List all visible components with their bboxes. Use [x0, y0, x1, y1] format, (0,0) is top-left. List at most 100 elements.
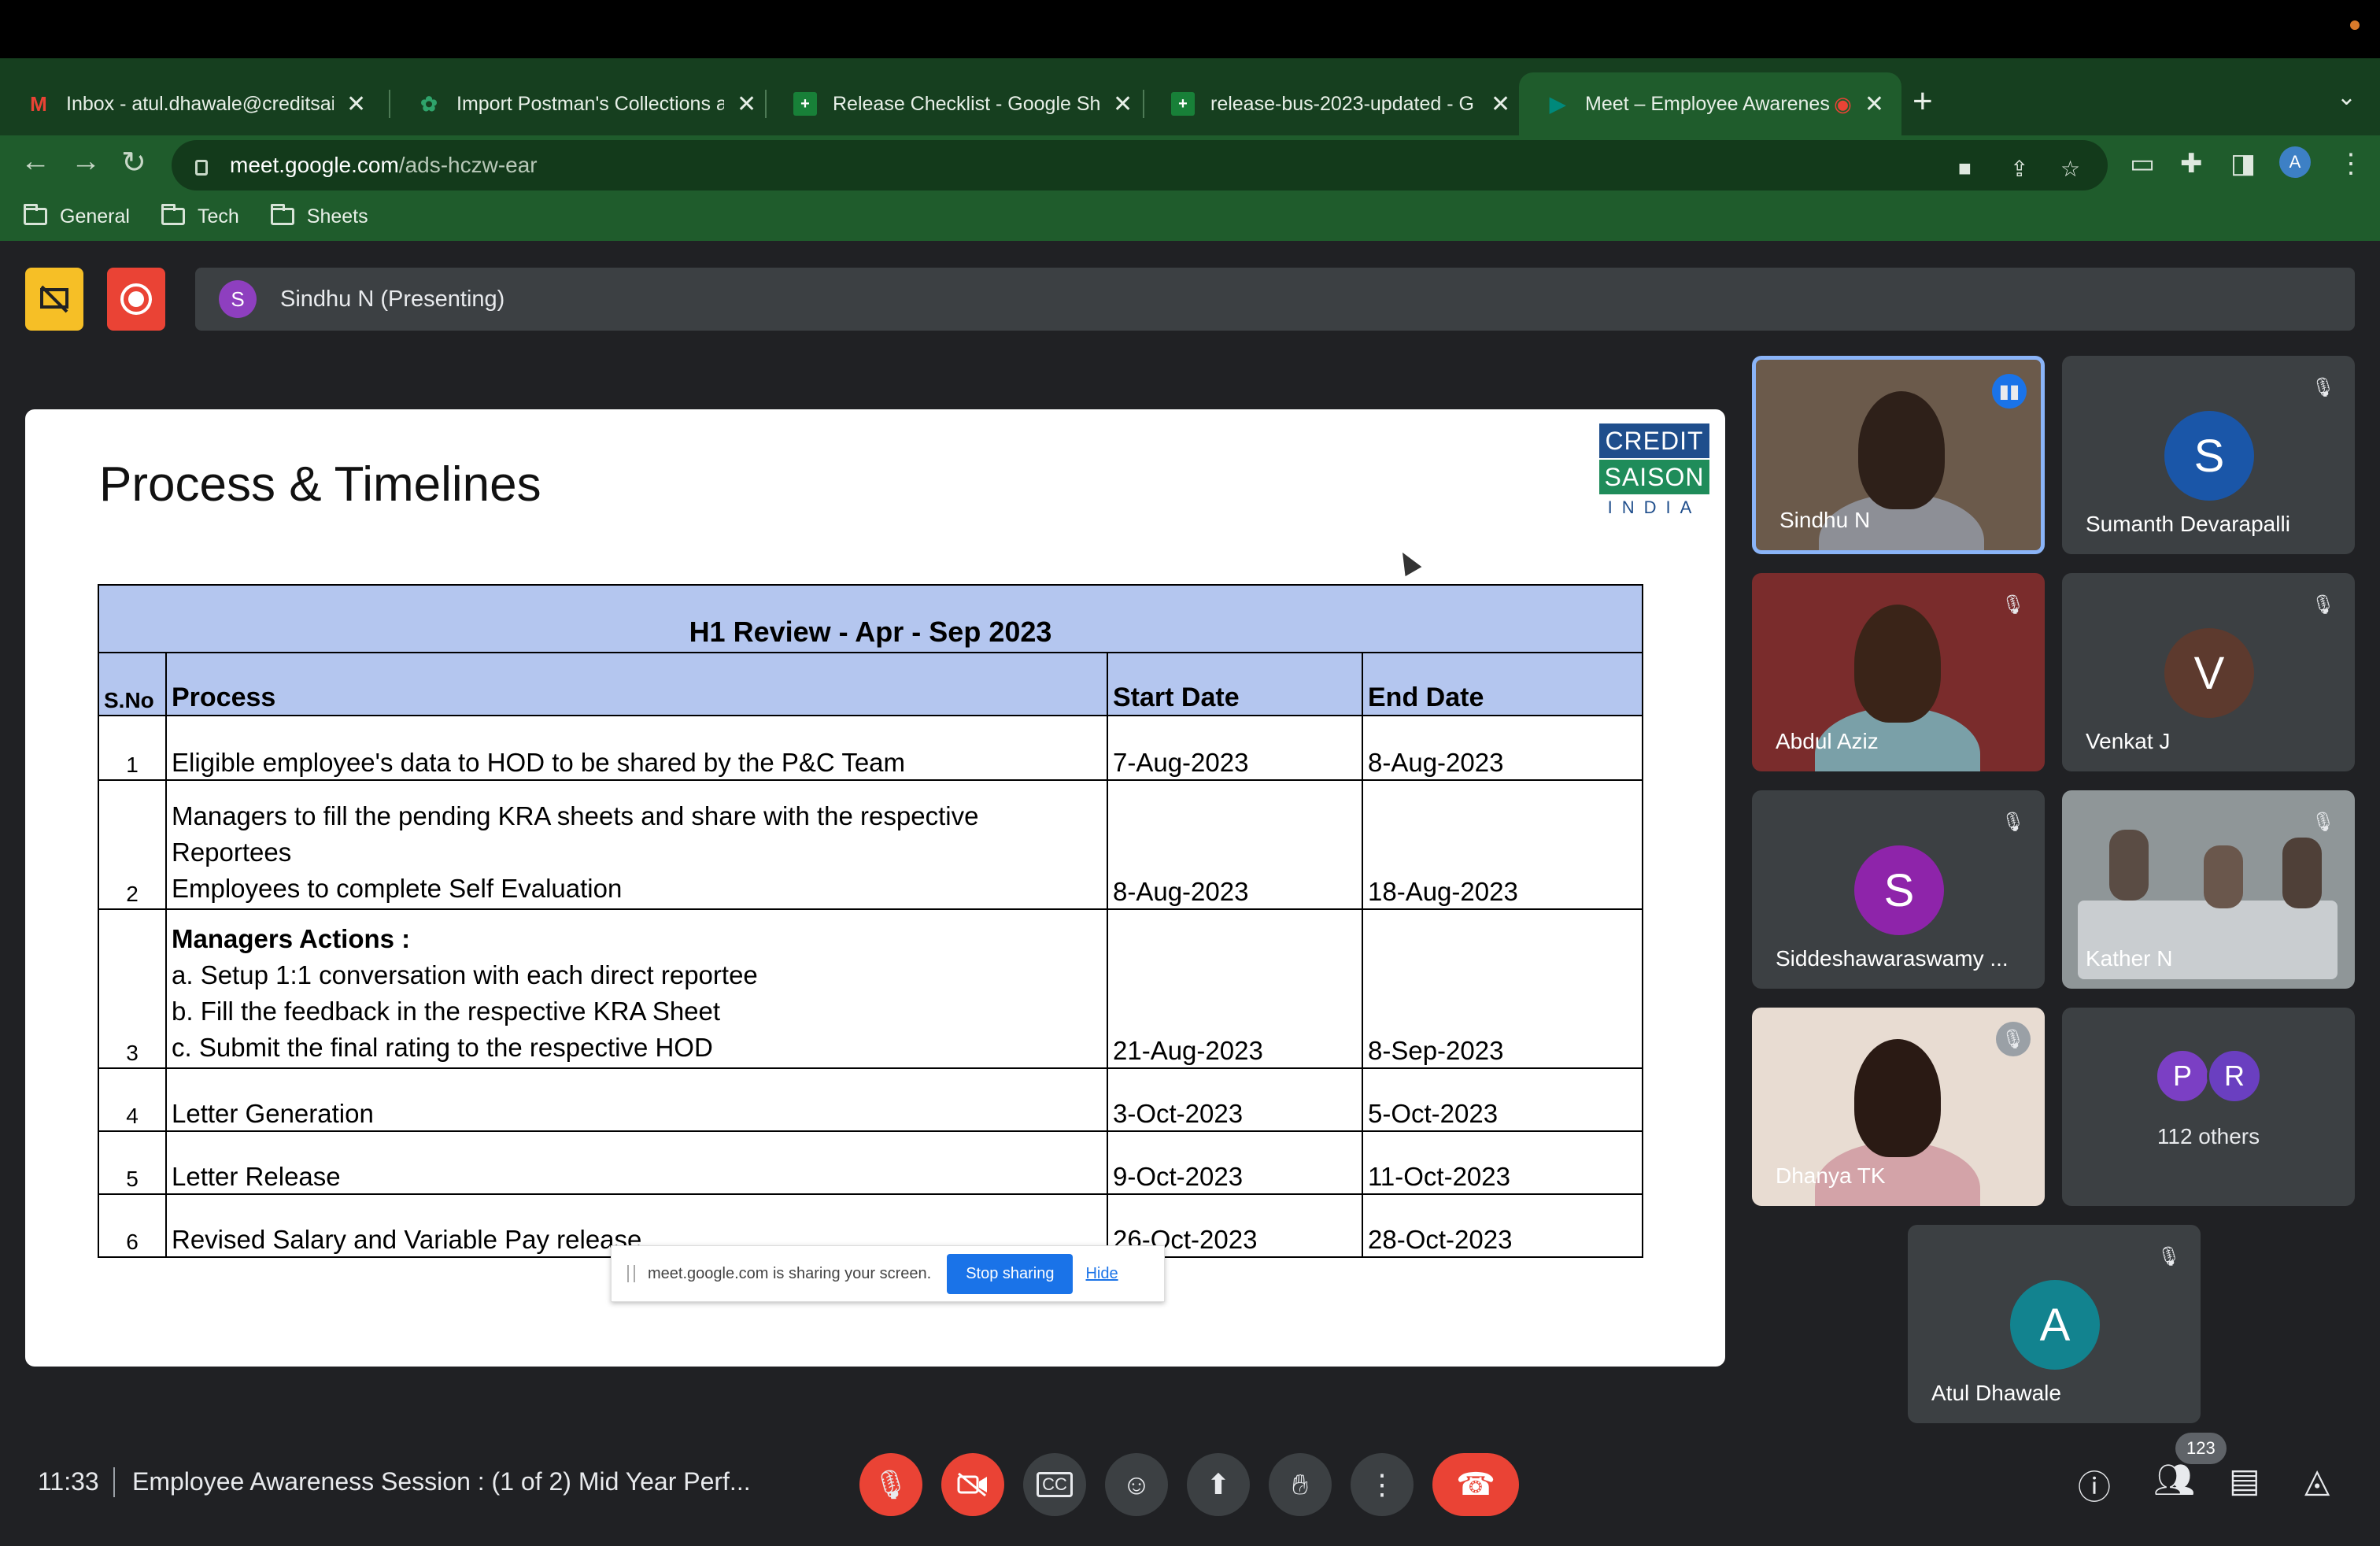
participant-tile-others[interactable]: P R 112 others: [2062, 1008, 2355, 1206]
stop-sharing-button[interactable]: Stop sharing: [947, 1253, 1074, 1294]
mic-toggle-button[interactable]: 🎙︎: [859, 1453, 922, 1516]
leave-call-button[interactable]: ☎: [1432, 1453, 1519, 1516]
close-tab-icon[interactable]: ✕: [737, 91, 756, 118]
profile-avatar[interactable]: A: [2279, 146, 2311, 178]
avatar: P: [2155, 1049, 2210, 1104]
end-date: 5-Oct-2023: [1362, 1067, 1643, 1132]
side-panel-icon[interactable]: ◨: [2230, 148, 2256, 179]
back-icon[interactable]: ←: [20, 145, 50, 179]
captions-button[interactable]: CC: [1023, 1453, 1086, 1516]
present-off-icon: [40, 285, 68, 313]
tab-label: release-bus-2023-updated - G: [1210, 92, 1474, 115]
close-tab-icon[interactable]: ✕: [1491, 91, 1510, 118]
tab-label: Meet – Employee Awarenes: [1585, 92, 1830, 115]
reactions-button[interactable]: ☺: [1105, 1453, 1168, 1516]
stop-presenting-button[interactable]: [25, 268, 83, 331]
process-text: c. Submit the final rating to the respec…: [172, 1033, 713, 1062]
row-number: 4: [98, 1067, 167, 1132]
table-heading: H1 Review - Apr - Sep 2023: [98, 584, 1643, 653]
new-tab-icon[interactable]: +: [1913, 82, 1933, 121]
close-tab-icon[interactable]: ✕: [1864, 91, 1884, 118]
bookmark-star-icon[interactable]: ☆: [2060, 156, 2080, 182]
tab-release-checklist[interactable]: + Release Checklist - Google She ✕: [767, 72, 1150, 135]
participant-name: Sumanth Devarapalli: [2086, 512, 2290, 536]
column-header: Start Date: [1107, 652, 1363, 716]
bookmark-general[interactable]: General: [24, 204, 130, 228]
meeting-title: Employee Awareness Session : (1 of 2) Mi…: [132, 1467, 751, 1496]
row-number: 1: [98, 715, 167, 781]
participant-name: Dhanya TK: [1776, 1163, 1886, 1188]
recording-button[interactable]: [107, 268, 165, 331]
bookmark-sheets[interactable]: Sheets: [270, 204, 368, 228]
address-bar[interactable]: meet.google.com/ads-hczw-ear ■ ⇪ ☆: [172, 140, 2108, 190]
avatar: S: [1854, 845, 1944, 935]
avatar: S: [219, 280, 257, 318]
slide-title: Process & Timelines: [99, 457, 541, 512]
process-text: Employees to complete Self Evaluation: [172, 874, 623, 903]
end-date: 8-Aug-2023: [1362, 715, 1643, 781]
mouse-cursor-icon: [1394, 547, 1422, 577]
present-button[interactable]: ⬆: [1187, 1453, 1250, 1516]
tab-gmail[interactable]: M Inbox - atul.dhawale@creditsai ✕: [0, 72, 383, 135]
close-tab-icon[interactable]: ✕: [346, 91, 366, 118]
chat-icon[interactable]: ▤: [2229, 1461, 2260, 1500]
participant-name: Sindhu N: [1779, 508, 1871, 532]
avatar: R: [2207, 1049, 2262, 1104]
people-icon[interactable]: 👥︎: [2153, 1461, 2195, 1500]
participant-tile-sumanth[interactable]: S 🎙︎ Sumanth Devarapalli: [2062, 356, 2355, 554]
process-text: Letter Generation: [172, 1099, 374, 1128]
review-timeline-table: H1 Review - Apr - Sep 2023 S.No Process …: [98, 584, 1643, 1258]
tab-meet[interactable]: ▶ Meet – Employee Awarenes ◉ ✕: [1519, 72, 1901, 135]
folder-icon: [270, 204, 294, 225]
macos-menu-bar: [0, 0, 2380, 58]
tab-label: Release Checklist - Google She: [833, 92, 1100, 115]
folder-icon: [24, 204, 47, 225]
forward-icon[interactable]: →: [71, 145, 101, 179]
start-date: 3-Oct-2023: [1107, 1067, 1363, 1132]
bookmark-tech[interactable]: Tech: [161, 204, 239, 228]
avatar: V: [2164, 628, 2254, 718]
participant-tile-venkat[interactable]: V 🎙︎ Venkat J: [2062, 573, 2355, 771]
extensions-icon[interactable]: ✚: [2180, 148, 2203, 179]
participant-tile-siddeshawaraswamy[interactable]: S 🎙︎ Siddeshawaraswamy ...: [1752, 790, 2045, 989]
meeting-info-icon[interactable]: ⓘ: [2078, 1461, 2111, 1509]
participant-tile-kather[interactable]: 🎙︎ Kather N: [2062, 790, 2355, 989]
presenter-label: Sindhu N (Presenting): [280, 286, 505, 312]
row-number: 5: [98, 1130, 167, 1195]
tab-strip: M Inbox - atul.dhawale@creditsai ✕ ✿ Imp…: [0, 58, 2380, 135]
camera-off-icon[interactable]: ■: [1958, 156, 1972, 181]
chevron-down-icon[interactable]: ⌄: [2337, 83, 2356, 111]
more-options-button[interactable]: ⋮: [1351, 1453, 1414, 1516]
hide-link[interactable]: Hide: [1085, 1265, 1118, 1283]
mic-off-icon: 🎙︎: [2001, 811, 2026, 833]
process-text: b. Fill the feedback in the respective K…: [172, 997, 721, 1026]
tab-postman[interactable]: ✿ Import Postman's Collections a ✕: [390, 72, 774, 135]
participant-tile-abdul[interactable]: 🎙︎ Abdul Aziz: [1752, 573, 2045, 771]
tab-release-bus[interactable]: + release-bus-2023-updated - G ✕: [1144, 72, 1528, 135]
table-row: 3 Managers Actions : a. Setup 1:1 conver…: [98, 908, 1643, 1069]
mic-off-icon: 🎙︎: [2001, 594, 2026, 616]
screen-sharing-bar: meet.google.com is sharing your screen. …: [611, 1245, 1165, 1302]
cast-icon[interactable]: ▭: [2130, 148, 2155, 179]
bookmark-label: Tech: [197, 205, 239, 227]
present-screen-icon: ⬆: [1206, 1468, 1231, 1500]
row-number: 3: [98, 908, 167, 1069]
end-date: 28-Oct-2023: [1362, 1193, 1643, 1258]
more-menu-icon[interactable]: ⋮: [2338, 148, 2364, 179]
share-icon[interactable]: ⇪: [2010, 156, 2028, 182]
participant-tile-self[interactable]: A 🎙︎ Atul Dhawale: [1908, 1225, 2201, 1423]
close-tab-icon[interactable]: ✕: [1113, 91, 1133, 118]
participant-tile-dhanya[interactable]: 🎙︎ Dhanya TK: [1752, 1008, 2045, 1206]
more-vert-icon: ⋮: [1368, 1468, 1396, 1500]
process-text: Managers to fill the pending KRA sheets …: [172, 801, 979, 830]
raise-hand-button[interactable]: ✋︎: [1269, 1453, 1332, 1516]
camera-toggle-button[interactable]: [941, 1453, 1004, 1516]
browser-chrome: M Inbox - atul.dhawale@creditsai ✕ ✿ Imp…: [0, 58, 2380, 241]
reload-icon[interactable]: ↻: [121, 145, 146, 180]
drag-handle-icon[interactable]: [627, 1265, 635, 1282]
activities-icon[interactable]: ◬: [2304, 1461, 2330, 1500]
mic-off-icon: 🎙︎: [2311, 811, 2336, 833]
participant-tile-sindhu[interactable]: ▮▮ Sindhu N: [1752, 356, 2045, 554]
phone-hangup-icon: ☎: [1456, 1467, 1495, 1502]
folder-icon: [161, 204, 185, 225]
